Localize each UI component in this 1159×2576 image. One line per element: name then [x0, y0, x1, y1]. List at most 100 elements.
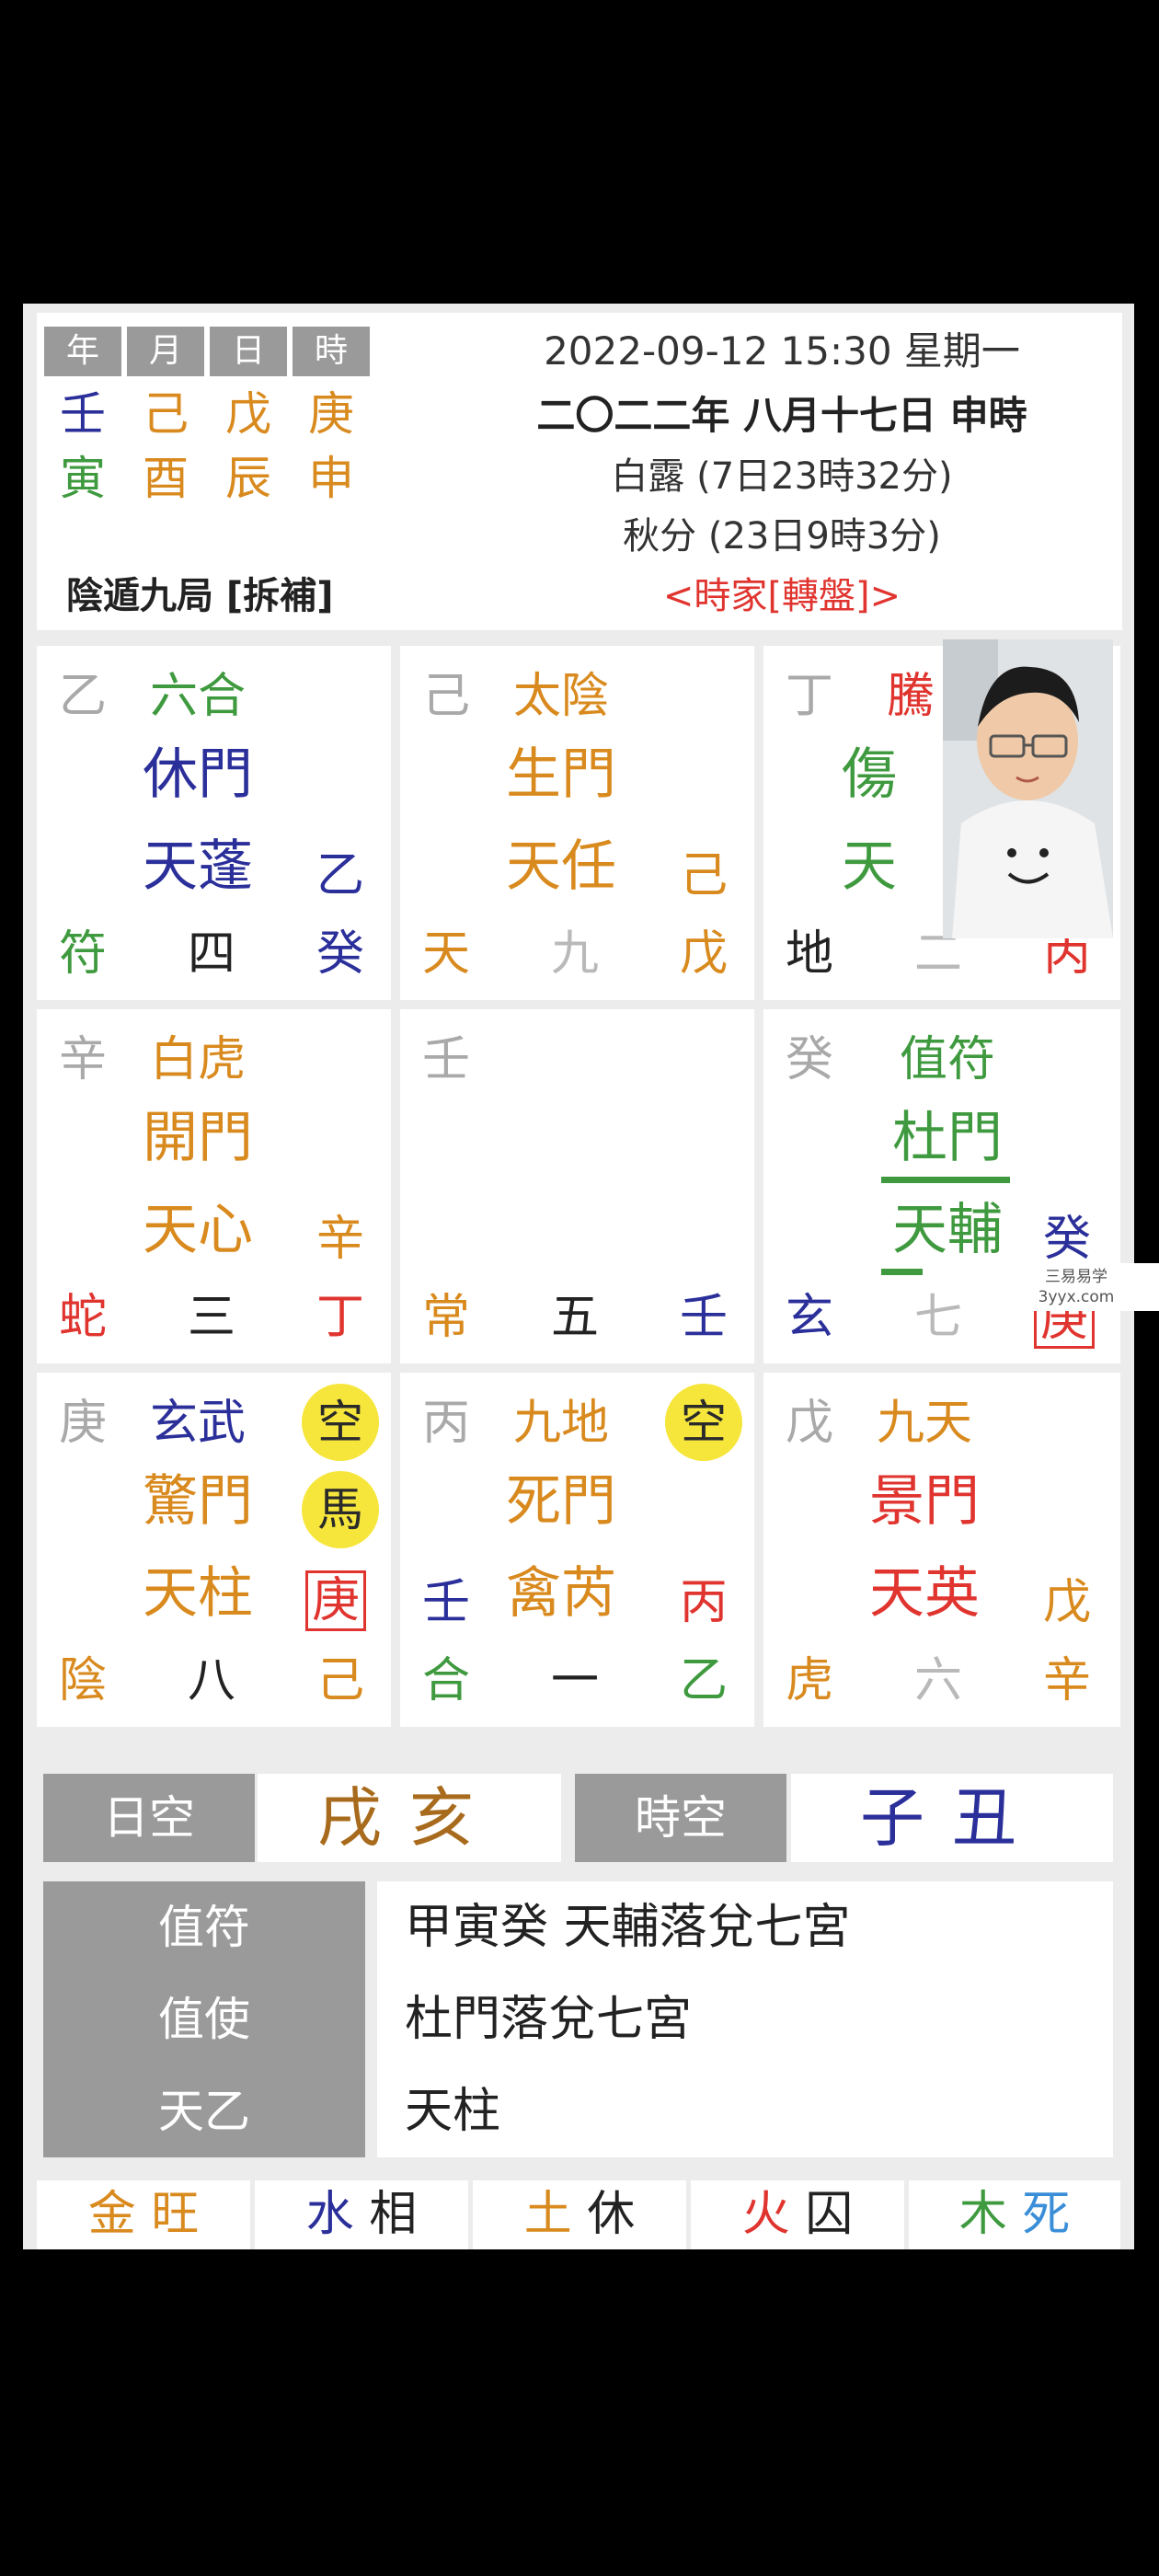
pillar-label-hour: 時 — [293, 327, 370, 376]
info-label-zhishi: 值使 — [43, 1973, 365, 2065]
palace-6-star-stem: 戊 — [1042, 1575, 1091, 1630]
palace-4-number: 四 — [187, 926, 235, 982]
palace-5-number: 五 — [550, 1290, 599, 1345]
palace-2-earth-stem: 丁 — [785, 669, 833, 724]
palace-6: 戊 九天 景門 天英 戊 虎 六 辛 — [763, 1373, 1120, 1727]
year-branch: 寅 — [60, 452, 106, 505]
palace-7-door: 杜門 — [892, 1106, 1003, 1170]
status-wood-element: 木 — [958, 2187, 1007, 2242]
palace-1-earth-stem: 丙 — [421, 1396, 470, 1451]
palace-6-earth-stem: 戊 — [785, 1396, 833, 1451]
palace-4-door: 休門 — [143, 742, 253, 807]
palace-2-door: 傷 — [842, 742, 897, 807]
palace-7-number: 七 — [913, 1290, 962, 1345]
palace-5: 壬 常 五 壬 — [400, 1009, 754, 1363]
palace-8-star: 天柱 — [143, 1561, 253, 1626]
palace-4-earth-stem: 乙 — [58, 669, 107, 724]
solar-datetime: 2022-09-12 15:30 星期一 — [544, 328, 1020, 374]
day-stem: 戊 — [225, 387, 271, 441]
day-void-label: 日空 — [43, 1774, 255, 1862]
status-earth: 土 休 — [473, 2180, 686, 2249]
palace-2-god: 騰 — [886, 669, 935, 724]
palace-3-deity: 蛇 — [58, 1290, 107, 1345]
watermark-line-1: 三易易学 — [1045, 1268, 1107, 1286]
palace-8-number: 八 — [187, 1653, 235, 1708]
status-earth-element: 土 — [523, 2187, 572, 2242]
day-void-value: 戌亥 — [258, 1774, 561, 1862]
status-wood-state: 死 — [1022, 2187, 1071, 2242]
status-metal: 金 旺 — [37, 2180, 250, 2249]
palace-2-star: 天 — [842, 834, 897, 899]
status-wood: 木 死 — [909, 2180, 1120, 2249]
palace-3-star: 天心 — [143, 1198, 253, 1262]
palace-6-deity: 虎 — [785, 1653, 833, 1708]
palace-9-earth-stem: 己 — [421, 669, 470, 724]
palace-1-star: 禽芮 — [506, 1561, 616, 1626]
palace-1-heaven-stem: 乙 — [679, 1653, 728, 1708]
year-stem: 壬 — [60, 387, 106, 441]
palace-6-door: 景門 — [869, 1469, 980, 1534]
palace-8-deity: 陰 — [58, 1653, 107, 1708]
palace-8-star-stem: 庚 — [305, 1570, 367, 1631]
palace-3-number: 三 — [187, 1290, 235, 1345]
palace-3-star-stem: 辛 — [316, 1212, 364, 1267]
palace-1-number: 一 — [550, 1653, 599, 1708]
hour-void-value: 子丑 — [791, 1774, 1113, 1862]
status-fire: 火 囚 — [691, 2180, 904, 2249]
palace-4-star: 天蓬 — [143, 834, 253, 899]
status-metal-state: 旺 — [151, 2187, 200, 2242]
palace-7-god: 值符 — [899, 1032, 995, 1087]
palace-8-door: 驚門 — [143, 1469, 253, 1534]
status-fire-element: 火 — [741, 2187, 790, 2242]
solar-term-2: 秋分 (23日9時3分) — [623, 515, 941, 558]
ju-label: 陰遁九局 [拆補] — [66, 575, 334, 617]
palace-3-heaven-stem: 丁 — [316, 1290, 364, 1345]
webcam-overlay — [943, 639, 1113, 938]
info-label-tianyi: 天乙 — [43, 2065, 365, 2157]
palace-5-earth-stem: 壬 — [421, 1032, 470, 1087]
palace-7-door-underline — [881, 1177, 1010, 1183]
watermark: 三易易学 3yyx.com — [993, 1263, 1159, 1311]
status-earth-state: 休 — [587, 2187, 636, 2242]
watermark-line-2: 3yyx.com — [1038, 1288, 1115, 1306]
status-fire-state: 囚 — [805, 2187, 854, 2242]
palace-9-star: 天任 — [506, 834, 616, 899]
hour-branch: 申 — [308, 452, 354, 505]
palace-7-star-stem: 癸 — [1042, 1212, 1091, 1267]
palace-4-heaven-stem: 癸 — [316, 926, 364, 982]
palace-8: 庚 玄武 空 驚門 馬 天柱 庚 陰 八 己 — [37, 1373, 391, 1727]
palace-7-star-underline — [881, 1269, 923, 1275]
palace-9-door: 生門 — [506, 742, 616, 807]
palace-6-god: 九天 — [876, 1396, 972, 1451]
palace-9-deity: 天 — [421, 926, 470, 982]
palace-8-horse-badge: 馬 — [302, 1471, 379, 1548]
method-label: <時家[轉盤]> — [662, 575, 901, 617]
info-label-zhifu: 值符 — [43, 1881, 365, 1973]
palace-4-deity: 符 — [58, 926, 107, 982]
palace-8-heaven-stem: 己 — [316, 1653, 364, 1708]
header-panel: 年 月 日 時 壬 己 戊 庚 寅 酉 辰 申 陰遁九局 [拆補] 2022-0… — [37, 313, 1122, 630]
pillar-label-day: 日 — [210, 327, 287, 376]
palace-9-heaven-stem: 戊 — [679, 926, 728, 982]
palace-7-star: 天輔 — [892, 1198, 1003, 1262]
lunar-date: 二〇二二年 八月十七日 申時 — [536, 393, 1027, 438]
palace-6-heaven-stem: 辛 — [1042, 1653, 1091, 1708]
palace-9-star-stem: 己 — [679, 848, 728, 903]
palace-9: 己 太陰 生門 天任 己 天 九 戊 — [400, 646, 754, 1000]
person-avatar-icon — [943, 639, 1113, 938]
pillar-label-year: 年 — [44, 327, 121, 376]
palace-7-earth-stem: 癸 — [785, 1032, 833, 1087]
palace-8-god: 玄武 — [149, 1396, 246, 1451]
day-branch: 辰 — [225, 452, 271, 505]
palace-9-god: 太陰 — [512, 669, 609, 724]
palace-8-earth-stem: 庚 — [58, 1396, 107, 1451]
info-value-zhishi: 杜門落兌七宮 — [377, 1973, 1113, 2065]
info-value-zhifu: 甲寅癸 天輔落兌七宮 — [377, 1881, 1113, 1973]
hour-void-label: 時空 — [575, 1774, 786, 1862]
palace-3: 辛 白虎 開門 天心 辛 蛇 三 丁 — [37, 1009, 391, 1363]
month-stem: 己 — [143, 387, 189, 441]
palace-1-star-stem: 丙 — [679, 1575, 728, 1630]
palace-1-god: 九地 — [512, 1396, 609, 1451]
palace-5-heaven-stem: 壬 — [679, 1290, 728, 1345]
palace-4-star-stem: 乙 — [316, 848, 364, 903]
